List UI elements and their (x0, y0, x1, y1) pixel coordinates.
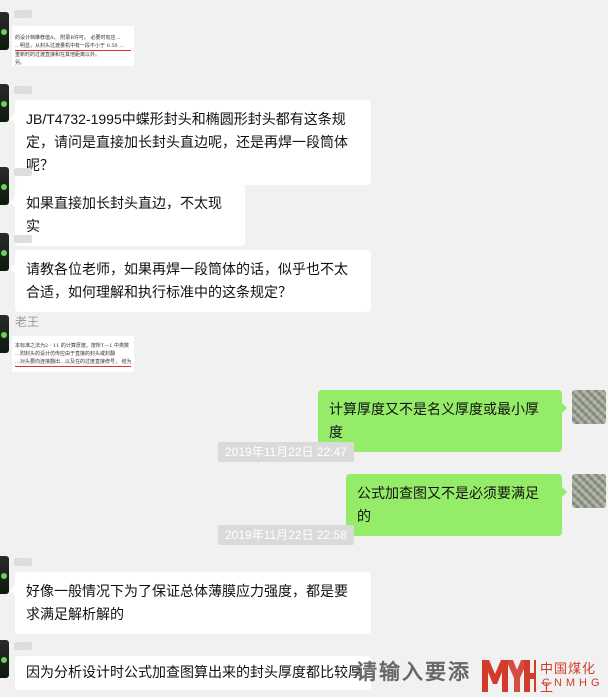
message-bubble[interactable]: 如果直接加长封头直边，不太现实 (10, 184, 245, 246)
image-text-line: …明显，从封头过渡量机中有一段不小于 0.5δ … (15, 42, 131, 51)
image-text-line: 另。 (15, 60, 26, 66)
sender-name (14, 168, 32, 176)
myh-logo-mark-icon (482, 660, 536, 692)
image-message[interactable]: 本标准之法为2 · 11 的计算厚度。按所T—1 中类数 …附封头的设计仿传应由… (12, 336, 134, 372)
timestamp: 2019年11月22日 22:58 (218, 525, 354, 545)
avatar[interactable] (572, 390, 606, 424)
avatar[interactable] (0, 12, 9, 50)
message-bubble[interactable]: 计算厚度又不是名义厚度或最小厚度 (318, 390, 567, 452)
message-bubble[interactable]: 公式加查图又不是必须要满足的 (346, 474, 567, 536)
image-message[interactable]: 的设计档推荐值A。 附录B许可。 必要时有应… …明显，从封头过渡量机中有一段不… (12, 26, 134, 66)
avatar[interactable] (0, 167, 9, 205)
avatar[interactable] (0, 233, 9, 271)
avatar[interactable] (0, 84, 9, 122)
avatar[interactable] (0, 556, 9, 594)
logo-english-text: CNMHG (542, 677, 604, 689)
sender-name (14, 642, 32, 650)
sender-name: 老王 (15, 315, 40, 329)
chat-window: 的设计档推荐值A。 附录B许可。 必要时有应… …明显，从封头过渡量机中有一段不… (0, 0, 608, 697)
image-text-line: …附封头的设计仿传应由于直接的封头或封翻 (15, 351, 116, 357)
cnmhg-logo: 中国煤化工 CNMHG (480, 656, 606, 696)
message-bubble[interactable]: 因为分析设计时公式加查图算出来的封头厚度都比较厚 (15, 656, 371, 690)
watermark-text: 请输入要添 (356, 660, 471, 684)
avatar[interactable] (0, 315, 9, 353)
sender-name (14, 235, 32, 243)
sender-name (14, 558, 32, 566)
sender-name (14, 10, 32, 18)
message-bubble[interactable]: 请教各位老师，如果再焊一段筒体的话，似乎也不太合适，如何理解和执行标准中的这条规… (10, 250, 371, 312)
avatar[interactable] (0, 640, 9, 678)
message-bubble[interactable]: JB/T4732-1995中蝶形封头和椭圆形封头都有这条规定，请问是直接加长封头… (10, 100, 371, 185)
message-bubble[interactable]: 好像一般情况下为了保证总体薄膜应力强度，都是要求满足解析解的 (10, 572, 371, 634)
sender-name (14, 86, 32, 94)
image-text-line: 的设计档推荐值A。 附录B许可。 必要时有应… (15, 35, 121, 41)
image-text-line: 重新时的过渡直接和在其他距离以外。 (15, 52, 101, 58)
image-text-line: 本标准之法为2 · 11 的计算厚度。按所T—1 中类数 (15, 343, 130, 349)
avatar[interactable] (572, 474, 606, 508)
image-text-line: …对头要向连接翻出…以及在的过度直接修号， 结为 5 (15, 359, 131, 367)
timestamp: 2019年11月22日 22:47 (218, 442, 354, 462)
